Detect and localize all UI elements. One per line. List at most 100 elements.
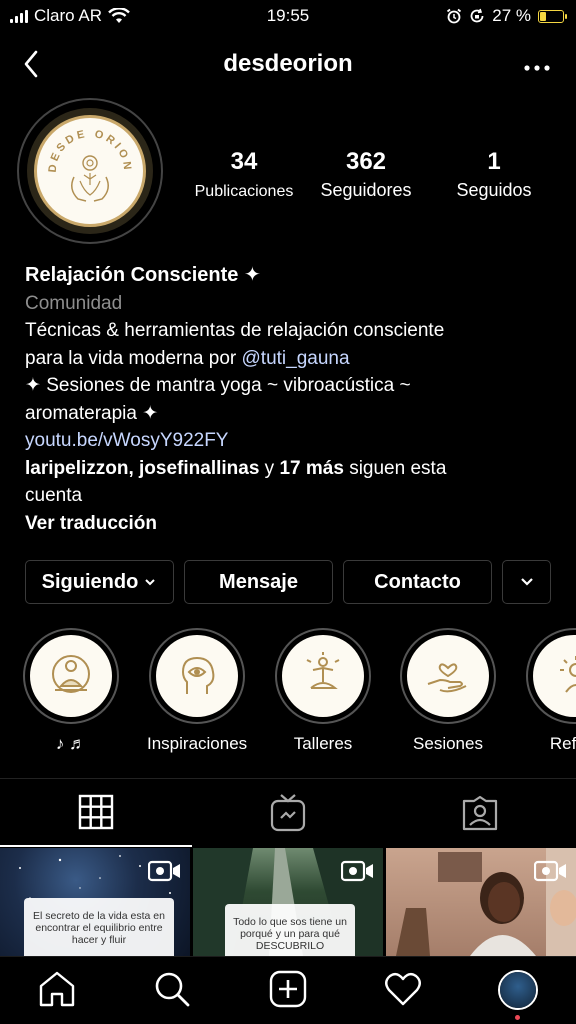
igtv-icon [270, 794, 306, 832]
highlight-ring [23, 628, 119, 724]
alarm-icon [447, 8, 462, 24]
display-name: Relajación Consciente ✦ [25, 264, 261, 286]
logo-artwork: DESDE ORION [47, 128, 130, 202]
profile-tabs [0, 778, 576, 847]
highlight-label: Reflex [549, 734, 576, 753]
status-bar: Claro AR 19:55 27 % ⚡ [0, 0, 576, 34]
video-icon [341, 860, 373, 882]
see-translation-link[interactable]: Ver traducción [25, 510, 565, 538]
post-thumbnail[interactable]: El secreto de la vida esta en encontrar … [0, 848, 190, 956]
heart-icon [385, 972, 421, 1006]
contact-label: Contacto [374, 570, 461, 593]
highlight-item[interactable]: ♪ ♬ [21, 628, 121, 754]
posts-stat[interactable]: 34 Publicaciones [186, 148, 302, 201]
meditation-icon [52, 655, 90, 693]
nav-search-button[interactable] [152, 969, 192, 1009]
highlight-cover [30, 635, 112, 717]
bottom-navigation [0, 956, 576, 1024]
charging-bolt-icon: ⚡ [546, 8, 555, 23]
nav-home-button[interactable] [37, 969, 77, 1009]
highlight-item[interactable]: Talleres [273, 628, 373, 754]
followers-count: 362 [345, 148, 387, 175]
nav-profile-button[interactable] [498, 970, 538, 1010]
more-dots-icon [524, 65, 550, 71]
highlight-item[interactable]: Sesiones [398, 628, 498, 754]
posts-grid: El secreto de la vida esta en encontrar … [0, 848, 576, 956]
post-thumbnail[interactable] [386, 848, 576, 956]
followed-by-and: y [259, 457, 280, 479]
post-caption: Todo lo que sos tiene un porqué y un par… [233, 916, 347, 952]
following-label: Seguidos [456, 180, 532, 200]
status-right: 27 % ⚡ [446, 6, 567, 26]
heart-hand-icon [427, 663, 467, 693]
message-button[interactable]: Mensaje [184, 560, 333, 604]
profile-avatar-icon [500, 972, 536, 1008]
highlight-item[interactable]: Inspiraciones [147, 628, 247, 754]
orientation-lock-icon [470, 8, 484, 23]
profile-bio: Relajación Consciente ✦ Comunidad Técnic… [25, 262, 565, 537]
sun-person-icon [560, 656, 576, 693]
highlight-cover [156, 635, 238, 717]
external-link[interactable]: youtu.be/vWosyY922FY [25, 427, 565, 455]
highlight-ring [526, 628, 576, 724]
avatar-image: DESDE ORION [27, 108, 153, 234]
battery-icon: ⚡ [538, 8, 567, 23]
followers-stat[interactable]: 362 Seguidores [302, 148, 430, 201]
profile-avatar[interactable]: DESDE ORION [17, 98, 163, 244]
followers-label: Seguidores [320, 180, 412, 200]
highlight-label: Talleres [293, 734, 353, 753]
yoga-pose-icon [306, 652, 340, 689]
highlight-label: Sesiones [413, 734, 483, 753]
following-button[interactable]: Siguiendo [25, 560, 174, 604]
followed-by-line-2: cuenta [25, 485, 83, 506]
tab-posts-grid[interactable] [0, 779, 192, 847]
mention-link[interactable]: @tuti_gauna [242, 348, 350, 369]
highlight-cover [407, 635, 489, 717]
following-label: Siguiendo [41, 570, 139, 593]
mind-eye-icon [181, 656, 215, 694]
post-caption-card: El secreto de la vida esta en encontrar … [24, 898, 174, 956]
post-thumbnail[interactable]: Todo lo que sos tiene un porqué y un par… [193, 848, 383, 956]
brand-logo: DESDE ORION [34, 115, 146, 227]
profile-username: desdeorion [223, 50, 353, 77]
following-stat[interactable]: 1 Seguidos [430, 148, 558, 201]
bio-line-2-text: para la vida moderna por [25, 347, 242, 369]
highlight-ring [400, 628, 496, 724]
bio-line-4: aromaterapia ✦ [25, 402, 159, 424]
notification-dot [515, 1015, 520, 1020]
home-icon [39, 971, 75, 1007]
highlight-label: ♪ ♬ [55, 734, 87, 753]
story-highlights: ♪ ♬ Inspiraciones Talleres Sesiones Ref [0, 628, 576, 758]
add-post-icon [269, 970, 307, 1008]
more-options-button[interactable] [524, 52, 550, 78]
following-count: 1 [487, 148, 501, 175]
tab-igtv[interactable] [192, 779, 384, 847]
nav-new-post-button[interactable] [268, 969, 308, 1009]
posts-label: Publicaciones [194, 183, 294, 200]
tab-tagged[interactable] [384, 779, 576, 847]
highlight-item[interactable]: Reflex [524, 628, 576, 754]
nav-activity-button[interactable] [383, 969, 423, 1009]
chevron-down-icon [520, 578, 533, 586]
highlight-cover [282, 635, 364, 717]
contact-button[interactable]: Contacto [343, 560, 492, 604]
posts-count: 34 [230, 148, 258, 175]
followed-by[interactable]: laripelizzon, josefinallinas y 17 más si… [25, 455, 565, 483]
followed-by-suffix: siguen esta [343, 457, 447, 479]
suggested-accounts-button[interactable] [502, 560, 551, 604]
highlight-ring [149, 628, 245, 724]
chevron-down-icon [145, 579, 156, 586]
bio-line-1: Técnicas & herramientas de relajación co… [25, 320, 445, 341]
followed-by-users: laripelizzon, josefinallinas [25, 457, 260, 479]
highlight-ring [275, 628, 371, 724]
tagged-icon [462, 795, 498, 831]
profile-header-bar: desdeorion [0, 40, 576, 88]
profile-actions: Siguiendo Mensaje Contacto [25, 560, 551, 604]
post-caption: El secreto de la vida esta en encontrar … [33, 910, 165, 946]
highlight-cover [533, 635, 576, 717]
followed-by-count: 17 más [279, 457, 344, 479]
bio-line-3: ✦ Sesiones de mantra yoga ~ vibroacústic… [25, 375, 411, 396]
video-icon [148, 860, 180, 882]
profile-stats: 34 Publicaciones 362 Seguidores 1 Seguid… [186, 148, 558, 201]
grid-icon [78, 794, 114, 830]
